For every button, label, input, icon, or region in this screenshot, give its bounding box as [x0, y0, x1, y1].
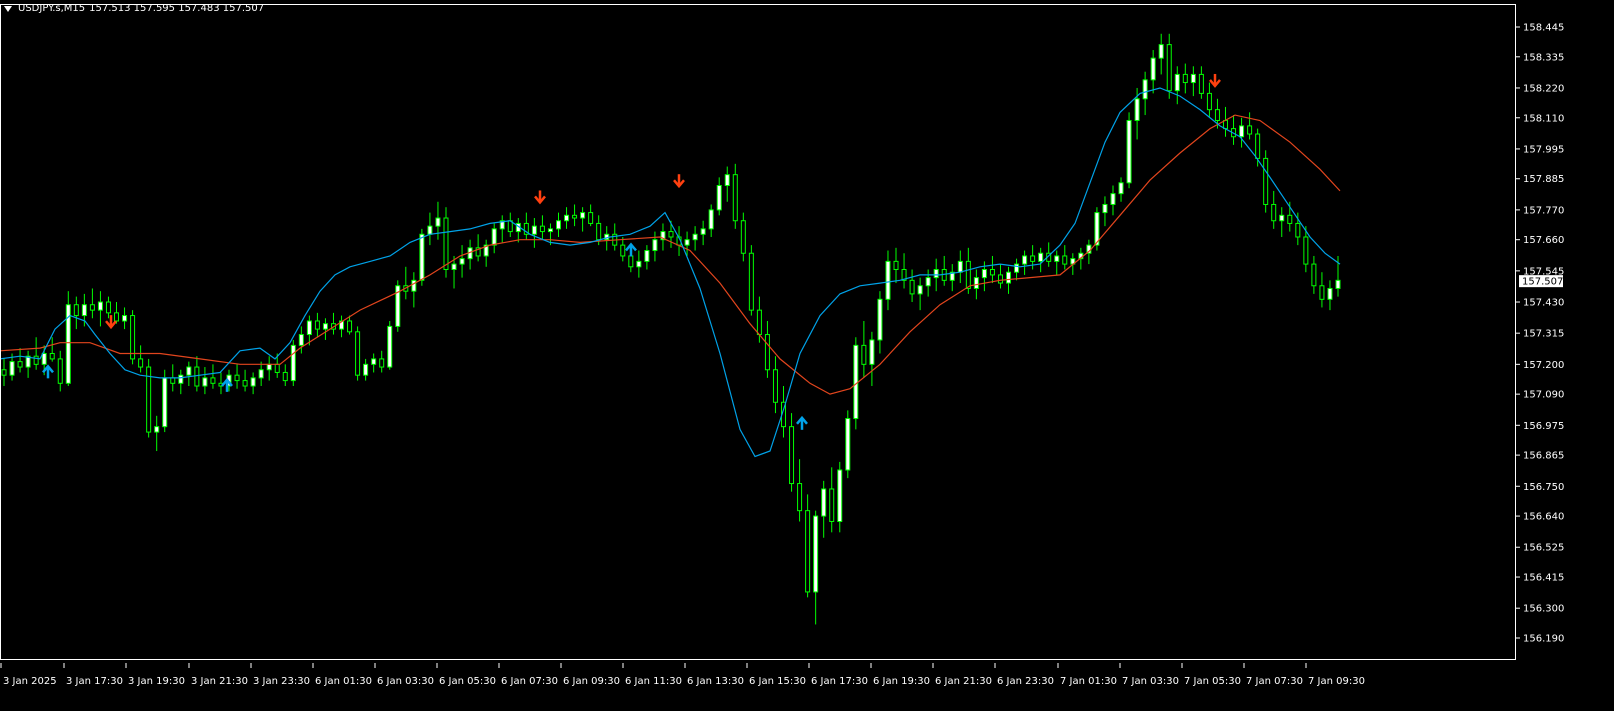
x-tick-label: 6 Jan 19:30 — [873, 676, 930, 687]
candle — [130, 310, 136, 365]
x-tick-label: 3 Jan 17:30 — [66, 676, 123, 687]
y-tick-label: 156.865 — [1523, 451, 1564, 462]
candle — [443, 207, 449, 278]
y-tick-label: 157.430 — [1523, 298, 1564, 309]
candle — [837, 461, 843, 533]
current-price-label: 157.507 — [1522, 277, 1563, 288]
chart-header: USDJPY.s,M15 157.513 157.595 157.483 157… — [4, 3, 264, 14]
x-tick-label: 3 Jan 21:30 — [191, 676, 248, 687]
y-tick-label: 157.090 — [1523, 390, 1564, 401]
y-tick-label: 156.640 — [1523, 512, 1564, 523]
x-tick-label: 3 Jan 23:30 — [253, 676, 310, 687]
candlestick-chart[interactable]: 158.445 158.335 158.220 158.110 157.995 157.8… — [0, 0, 1614, 711]
candle — [1263, 150, 1269, 213]
candle — [748, 245, 754, 316]
y-tick-label: 156.525 — [1523, 543, 1564, 554]
y-tick-label: 157.770 — [1523, 205, 1564, 216]
y-tick-label: 157.660 — [1523, 235, 1564, 246]
ohlc-label: 157.513 157.595 157.483 157.507 — [89, 3, 265, 14]
candle — [290, 339, 296, 387]
y-tick-label: 158.220 — [1523, 83, 1564, 94]
chart-window[interactable]: 158.445 158.335 158.220 158.110 157.995 157.8… — [0, 0, 1614, 711]
y-tick-label: 158.445 — [1523, 23, 1564, 34]
x-tick-label: 6 Jan 21:30 — [935, 676, 992, 687]
y-tick-label: 156.190 — [1523, 634, 1564, 645]
x-tick-label: 6 Jan 09:30 — [563, 676, 620, 687]
y-tick-label: 156.975 — [1523, 421, 1564, 432]
y-tick-label: 158.110 — [1523, 113, 1564, 124]
candle — [162, 369, 168, 433]
x-tick-label: 6 Jan 11:30 — [625, 676, 682, 687]
y-tick-label: 157.885 — [1523, 174, 1564, 185]
y-tick-label: 157.200 — [1523, 360, 1564, 371]
y-tick-label: 157.995 — [1523, 144, 1564, 155]
x-tick-label: 7 Jan 03:30 — [1122, 676, 1179, 687]
y-tick-label: 156.750 — [1523, 482, 1564, 493]
symbol-label: USDJPY.s,M15 — [18, 3, 86, 14]
x-tick-label: 6 Jan 15:30 — [749, 676, 806, 687]
x-tick-label: 6 Jan 23:30 — [997, 676, 1054, 687]
candle — [395, 280, 401, 332]
x-tick-label: 6 Jan 01:30 — [315, 676, 372, 687]
x-tick-label: 3 Jan 2025 — [3, 676, 57, 687]
x-tick-label: 7 Jan 05:30 — [1184, 676, 1241, 687]
y-tick-label: 157.315 — [1523, 329, 1564, 340]
x-tick-label: 6 Jan 05:30 — [439, 676, 496, 687]
y-tick-label: 156.415 — [1523, 573, 1564, 584]
y-tick-label: 158.335 — [1523, 52, 1564, 63]
y-tick-label: 156.300 — [1523, 604, 1564, 615]
candle — [146, 358, 152, 438]
menu-triangle-icon[interactable] — [4, 5, 12, 12]
x-tick-label: 7 Jan 07:30 — [1246, 676, 1303, 687]
x-tick-label: 6 Jan 07:30 — [501, 676, 558, 687]
candle — [1126, 112, 1132, 189]
candle — [355, 326, 361, 381]
candle — [845, 410, 851, 479]
x-tick-label: 3 Jan 19:30 — [128, 676, 185, 687]
x-tick-label: 7 Jan 09:30 — [1308, 676, 1365, 687]
x-tick-label: 6 Jan 03:30 — [377, 676, 434, 687]
x-tick-label: 6 Jan 13:30 — [687, 676, 744, 687]
candle — [65, 291, 71, 387]
x-tick-label: 6 Jan 17:30 — [811, 676, 868, 687]
x-tick-label: 7 Jan 01:30 — [1060, 676, 1117, 687]
candle — [387, 320, 393, 370]
